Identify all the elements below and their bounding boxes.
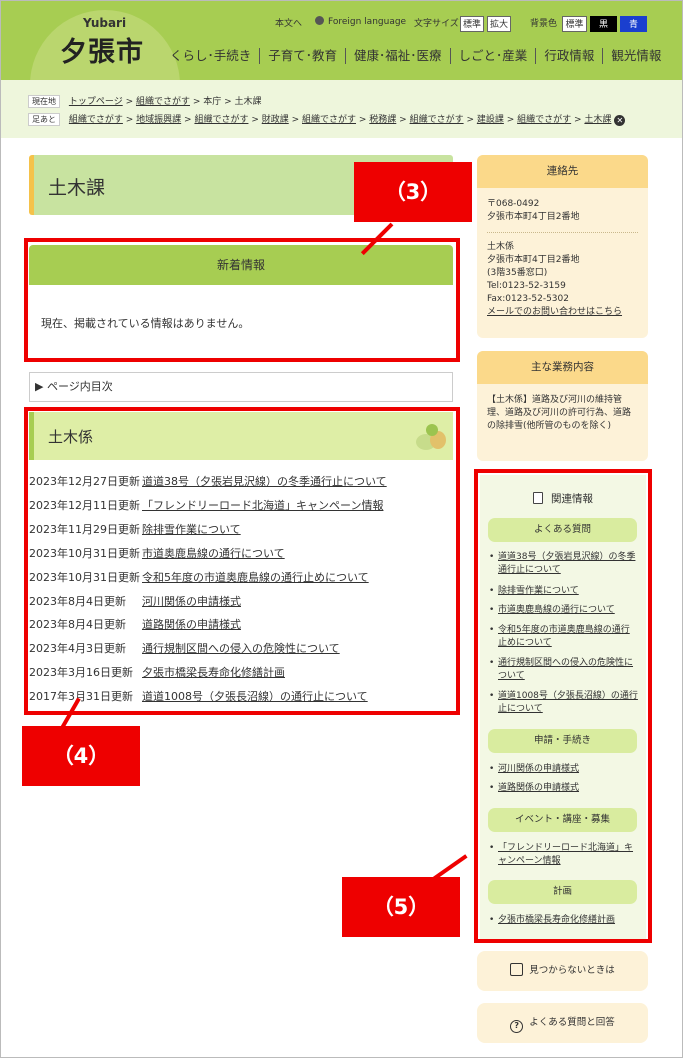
breadcrumb-link[interactable]: トップページ (69, 97, 123, 107)
font-large-button[interactable]: 拡大 (487, 16, 511, 32)
history-link[interactable]: 組織でさがす (410, 115, 464, 125)
global-nav: くらし･手続き 子育て･教育 健康･福祉･医療 しごと･産業 行政情報 観光情報 (170, 48, 669, 64)
bg-black-button[interactable]: 黒 (590, 16, 617, 32)
annotation-label-3: （3） (354, 162, 472, 222)
contact-tel: Tel:0123-52-3159 (487, 281, 566, 291)
contact-mail-link[interactable]: メールでのお問い合わせはこちら (487, 307, 622, 317)
breadcrumb-link[interactable]: 組織でさがす (136, 97, 190, 107)
current-location-tag: 現在地 (28, 95, 60, 108)
history-link[interactable]: 組織でさがす (517, 115, 571, 125)
page-title: 土木課 (48, 177, 106, 199)
nav-item-admin[interactable]: 行政情報 (535, 48, 602, 64)
annotation-box-5 (474, 469, 652, 943)
history-link[interactable]: 組織でさがす (69, 115, 123, 125)
skip-to-content-link[interactable]: 本文へ (275, 16, 302, 29)
history-link[interactable]: 財政課 (262, 115, 289, 125)
font-size-label: 文字サイズ (414, 19, 459, 29)
bg-standard-button[interactable]: 標準 (562, 16, 587, 32)
history-link[interactable]: 地域振興課 (136, 115, 181, 125)
site-logo[interactable]: 夕張市 (60, 30, 144, 69)
history-link[interactable]: 建設課 (477, 115, 504, 125)
breadcrumb: 現在地 トップページ > 組織でさがす > 本庁 > 土木課 (28, 94, 262, 108)
not-found-button[interactable]: 見つからないときは (477, 951, 648, 991)
contact-window: (3階35番窓口) (487, 268, 548, 278)
contact-dept-address: 夕張市本町4丁目2番地 (487, 255, 580, 265)
search-doc-icon (510, 963, 524, 976)
duties-text: 【土木係】道路及び河川の維持管理、道路及び河川の許可行為、道路の除排雪(他所管の… (487, 395, 632, 431)
duties-heading: 主な業務内容 (477, 351, 648, 384)
globe-icon (315, 16, 324, 25)
faq-button[interactable]: ? よくある質問と回答 (477, 1003, 648, 1043)
history-link[interactable]: 組織でさがす (302, 115, 356, 125)
font-standard-button[interactable]: 標準 (460, 16, 484, 32)
clear-history-icon[interactable]: ✕ (614, 115, 626, 126)
history-link[interactable]: 税務課 (369, 115, 396, 125)
nav-item-living[interactable]: くらし･手続き (170, 48, 259, 64)
nav-item-tourism[interactable]: 観光情報 (602, 48, 669, 64)
history-trail: 足あと 組織でさがす > 地域振興課 > 組織でさがす > 財政課 > 組織でさ… (28, 112, 626, 126)
nav-item-health[interactable]: 健康･福祉･医療 (345, 48, 450, 64)
contact-postal: 〒068-0492 (487, 199, 540, 209)
contact-card: 連絡先 〒068-0492 夕張市本町4丁目2番地 土木係 夕張市本町4丁目2番… (477, 155, 648, 338)
breadcrumb-current: 土木課 (234, 97, 262, 107)
nav-item-work[interactable]: しごと･産業 (449, 48, 536, 64)
history-link[interactable]: 組織でさがす (194, 115, 248, 125)
breadcrumb-area: 現在地 トップページ > 組織でさがす > 本庁 > 土木課 足あと 組織でさが… (0, 80, 683, 138)
site-header: Yubari 夕張市 本文へ Foreign language 文字サイズ 標準… (0, 0, 683, 80)
foreign-language-link[interactable]: Foreign language (315, 16, 406, 27)
history-tag: 足あと (28, 113, 60, 126)
history-link[interactable]: 土木課 (584, 115, 611, 125)
duties-card: 主な業務内容 【土木係】道路及び河川の維持管理、道路及び河川の許可行為、道路の除… (477, 351, 648, 461)
contact-address: 夕張市本町4丁目2番地 (487, 212, 580, 222)
page-toc-toggle[interactable]: ▶ ページ内目次 (29, 372, 453, 402)
annotation-label-5: （5） (342, 877, 460, 937)
contact-fax: Fax:0123-52-5302 (487, 294, 569, 304)
contact-dept: 土木係 (487, 242, 515, 252)
contact-heading: 連絡先 (477, 155, 648, 188)
bg-blue-button[interactable]: 青 (620, 16, 647, 32)
bg-color-label: 背景色 (530, 19, 558, 29)
annotation-box-4 (24, 407, 460, 715)
logo-english[interactable]: Yubari (83, 16, 126, 30)
annotation-label-4: （4） (22, 726, 140, 786)
question-icon: ? (510, 1020, 524, 1033)
breadcrumb-text: 本庁 (203, 97, 222, 107)
annotation-box-3 (24, 238, 460, 362)
nav-item-childcare[interactable]: 子育て･教育 (259, 48, 345, 64)
divider (487, 232, 638, 233)
